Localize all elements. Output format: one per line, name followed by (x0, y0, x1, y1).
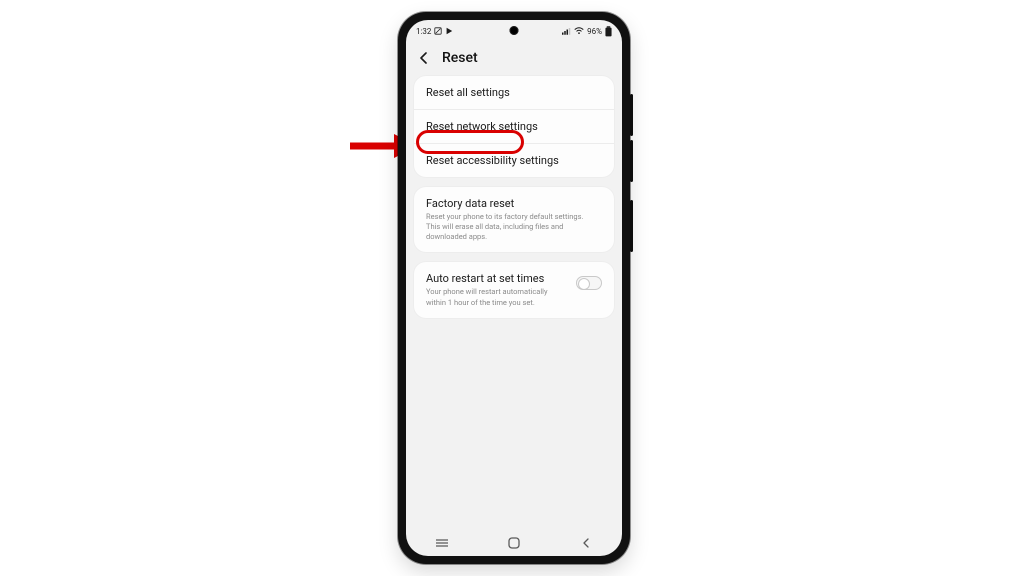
signal-icon (562, 27, 571, 35)
reset-all-settings-row[interactable]: Reset all settings (414, 76, 614, 109)
phone-screen: 1:32 96% (406, 20, 622, 556)
auto-restart-card: Auto restart at set times Your phone wil… (414, 262, 614, 317)
row-subtext: Your phone will restart automatically wi… (426, 287, 568, 307)
front-camera (510, 26, 519, 35)
row-label: Reset network settings (426, 120, 602, 133)
page-title: Reset (442, 50, 478, 66)
navigation-bar (406, 530, 622, 556)
row-label: Reset accessibility settings (426, 154, 602, 167)
stage: 1:32 96% (0, 0, 1024, 576)
power-button[interactable] (630, 200, 633, 252)
reset-network-settings-row[interactable]: Reset network settings (414, 109, 614, 143)
row-subtext: Reset your phone to its factory default … (426, 212, 586, 242)
reset-options-card: Reset all settings Reset network setting… (414, 76, 614, 177)
clock: 1:32 (416, 27, 431, 36)
wifi-icon (574, 27, 584, 35)
factory-data-reset-row[interactable]: Factory data reset Reset your phone to i… (414, 187, 614, 252)
media-play-icon (445, 27, 453, 35)
battery-icon (605, 26, 612, 37)
recent-apps-button[interactable] (431, 536, 453, 550)
phone-frame: 1:32 96% (398, 12, 630, 564)
factory-reset-card: Factory data reset Reset your phone to i… (414, 187, 614, 252)
page-header: Reset (406, 40, 622, 76)
auto-restart-row[interactable]: Auto restart at set times Your phone wil… (414, 262, 614, 317)
reset-accessibility-settings-row[interactable]: Reset accessibility settings (414, 143, 614, 177)
row-label: Auto restart at set times (426, 272, 568, 285)
volume-down-button[interactable] (630, 140, 633, 182)
battery-text: 96% (587, 27, 602, 36)
home-button[interactable] (503, 536, 525, 550)
row-label: Factory data reset (426, 197, 602, 210)
no-sim-icon (434, 27, 442, 35)
back-button[interactable] (418, 51, 432, 65)
row-label: Reset all settings (426, 86, 602, 99)
volume-up-button[interactable] (630, 94, 633, 136)
settings-content: Reset all settings Reset network setting… (406, 76, 622, 318)
nav-back-button[interactable] (575, 536, 597, 550)
auto-restart-toggle[interactable] (576, 276, 602, 290)
